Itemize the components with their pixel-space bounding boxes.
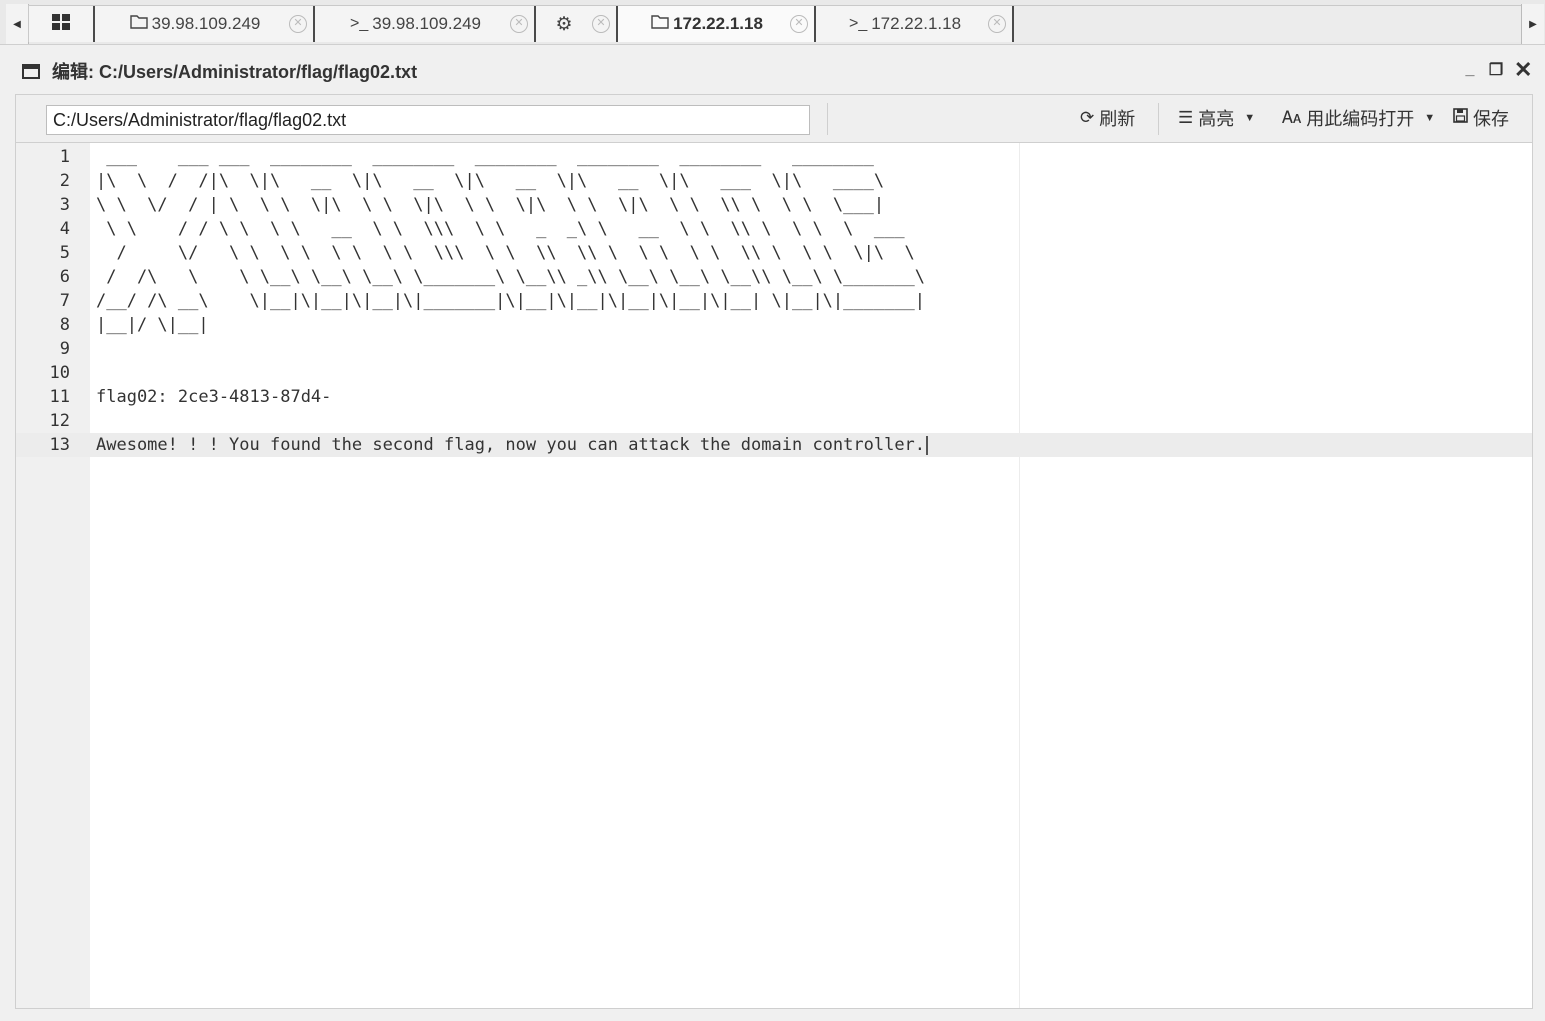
tabs-area: 39.98.109.249 ✕ >_ 39.98.109.249 ✕ ⚙ ✕ 1…: [28, 5, 1522, 42]
grid-icon: [52, 13, 70, 35]
editor-line[interactable]: 2 |\ \ / /|\ \|\ __ \|\ __ \|\ __ \|\ __ …: [16, 169, 1532, 193]
line-number: 5: [59, 243, 70, 263]
editor-line[interactable]: 11 flag02: 2ce3-4813-87d4-: [16, 385, 1532, 409]
editor-line[interactable]: 12: [16, 409, 1532, 433]
text-cursor: [926, 436, 928, 455]
window-controls: _ ❐ ✕: [1462, 59, 1533, 81]
toolbar-divider: [1158, 103, 1159, 135]
editor-toolbar: ⟳ 刷新 ☰ 高亮 ▼ 🗛 用此编码打开 ▼ 保存: [16, 95, 1532, 143]
tab-dashboard[interactable]: [29, 6, 95, 42]
close-icon[interactable]: ✕: [1514, 59, 1532, 81]
editor-line[interactable]: 10: [16, 361, 1532, 385]
window-icon: [22, 63, 40, 79]
tab-terminal-39.98.109.249[interactable]: >_ 39.98.109.249 ✕: [315, 6, 536, 42]
folder-icon: [651, 14, 669, 34]
caret-down-icon: ▼: [1244, 112, 1256, 124]
line-number: 7: [59, 291, 70, 311]
refresh-label: 刷新: [1099, 109, 1136, 129]
line-text[interactable]: flag02: 2ce3-4813-87d4-: [96, 385, 331, 409]
close-tab-icon[interactable]: ✕: [510, 15, 528, 33]
line-text[interactable]: |\ \ / /|\ \|\ __ \|\ __ \|\ __ \|\ __ \…: [96, 169, 884, 193]
tab-files-172.22.1.18[interactable]: 172.22.1.18 ✕: [618, 6, 816, 42]
scroll-tabs-left-button[interactable]: ◀: [6, 4, 29, 44]
gear-icon: ⚙: [555, 13, 573, 35]
close-tab-icon[interactable]: ✕: [592, 15, 610, 33]
minimize-icon[interactable]: _: [1462, 61, 1478, 79]
line-text[interactable]: ___ ___ ___ ________ ________ ________ _…: [96, 145, 874, 169]
line-text[interactable]: |__|/ \|__|: [96, 313, 209, 337]
highlight-dropdown[interactable]: ☰ 高亮 ▼: [1178, 105, 1255, 131]
editor-line[interactable]: 4 \ \ / / \ \ \ \ __ \ \ \\\ \ \ _ _\ \ …: [16, 217, 1532, 241]
save-button[interactable]: 保存: [1453, 105, 1509, 131]
scroll-tabs-right-button[interactable]: ▶: [1521, 4, 1544, 44]
editor-line[interactable]: 5 / \/ \ \ \ \ \ \ \ \ \\\ \ \ \\ \\ \ \…: [16, 241, 1532, 265]
line-number: 8: [59, 315, 70, 335]
folder-icon: [129, 14, 148, 34]
refresh-icon: ⟳: [1080, 108, 1095, 127]
highlight-label: 高亮: [1198, 109, 1235, 129]
restore-icon[interactable]: ❐: [1488, 60, 1504, 80]
open-with-encoding-dropdown[interactable]: 🗛 用此编码打开 ▼: [1282, 105, 1435, 131]
close-tab-icon[interactable]: ✕: [289, 15, 307, 33]
tab-label: 172.22.1.18: [673, 14, 763, 33]
line-text[interactable]: \ \ / / \ \ \ \ __ \ \ \\\ \ \ _ _\ \ __…: [96, 217, 904, 241]
editor-line[interactable]: 3 \ \ \/ / | \ \ \ \|\ \ \ \|\ \ \ \|\ \ …: [16, 193, 1532, 217]
line-number: 2: [59, 171, 70, 191]
editor-line[interactable]: 8 |__|/ \|__|: [16, 313, 1532, 337]
list-icon: ☰: [1178, 108, 1194, 127]
terminal-icon: >_: [350, 15, 369, 32]
editor-line[interactable]: 9: [16, 337, 1532, 361]
line-text[interactable]: / /\ \ \ \__\ \__\ \__\ \_______\ \__\\ …: [96, 265, 925, 289]
tab-terminal-172.22.1.18[interactable]: >_ 172.22.1.18 ✕: [816, 6, 1014, 42]
open-with-encoding-label: 用此编码打开: [1306, 109, 1415, 129]
line-number: 13: [49, 435, 70, 455]
line-text[interactable]: / \/ \ \ \ \ \ \ \ \ \\\ \ \ \\ \\ \ \ \…: [96, 241, 914, 265]
line-number: 10: [49, 363, 70, 383]
editor-panel: ⟳ 刷新 ☰ 高亮 ▼ 🗛 用此编码打开 ▼ 保存 1 ___ ___ ___ …: [15, 94, 1533, 1009]
floppy-disk-icon: [1453, 108, 1468, 128]
editor-line[interactable]: 1 ___ ___ ___ ________ ________ ________…: [16, 145, 1532, 169]
tab-settings[interactable]: ⚙ ✕: [536, 6, 618, 42]
line-text[interactable]: \ \ \/ / | \ \ \ \|\ \ \ \|\ \ \ \|\ \ \…: [96, 193, 884, 217]
code-editor[interactable]: 1 ___ ___ ___ ________ ________ ________…: [16, 143, 1532, 1008]
file-path-input[interactable]: [46, 105, 810, 135]
editor-line[interactable]: 6 / /\ \ \ \__\ \__\ \__\ \_______\ \__\…: [16, 265, 1532, 289]
line-number: 3: [59, 195, 70, 215]
encoding-icon: 🗛: [1282, 108, 1302, 127]
terminal-icon: >_: [848, 15, 868, 32]
tab-bar: ◀ 39.98.109.249 ✕ >_ 39.98.109.249 ✕ ⚙ ✕: [0, 0, 1545, 45]
line-number: 1: [59, 147, 70, 167]
close-tab-icon[interactable]: ✕: [790, 15, 808, 33]
save-label: 保存: [1473, 109, 1509, 129]
line-number: 12: [49, 411, 70, 431]
editor-line[interactable]: 7 /__/ /\ __\ \|__|\|__|\|__|\|_______|\|…: [16, 289, 1532, 313]
tab-files-39.98.109.249[interactable]: 39.98.109.249 ✕: [95, 6, 315, 42]
tab-label: 172.22.1.18: [871, 14, 962, 33]
line-text[interactable]: /__/ /\ __\ \|__|\|__|\|__|\|_______|\|_…: [96, 289, 925, 313]
editor-line[interactable]: 13 Awesome! ! ! You found the second flag…: [16, 433, 1532, 457]
editor-window-header: 编辑: C:/Users/Administrator/flag/flag02.t…: [12, 50, 1538, 92]
line-text[interactable]: Awesome! ! ! You found the second flag, …: [96, 433, 925, 457]
window-title: 编辑: C:/Users/Administrator/flag/flag02.t…: [52, 62, 418, 82]
tab-label: 39.98.109.249: [372, 14, 481, 33]
toolbar-divider: [827, 103, 828, 135]
line-number: 11: [49, 387, 70, 407]
line-number: 4: [59, 219, 70, 239]
tab-label: 39.98.109.249: [151, 14, 261, 33]
line-number: 9: [59, 339, 70, 359]
close-tab-icon[interactable]: ✕: [988, 15, 1006, 33]
line-number: 6: [59, 267, 70, 287]
refresh-button[interactable]: ⟳ 刷新: [1080, 105, 1135, 131]
caret-down-icon: ▼: [1424, 112, 1436, 124]
